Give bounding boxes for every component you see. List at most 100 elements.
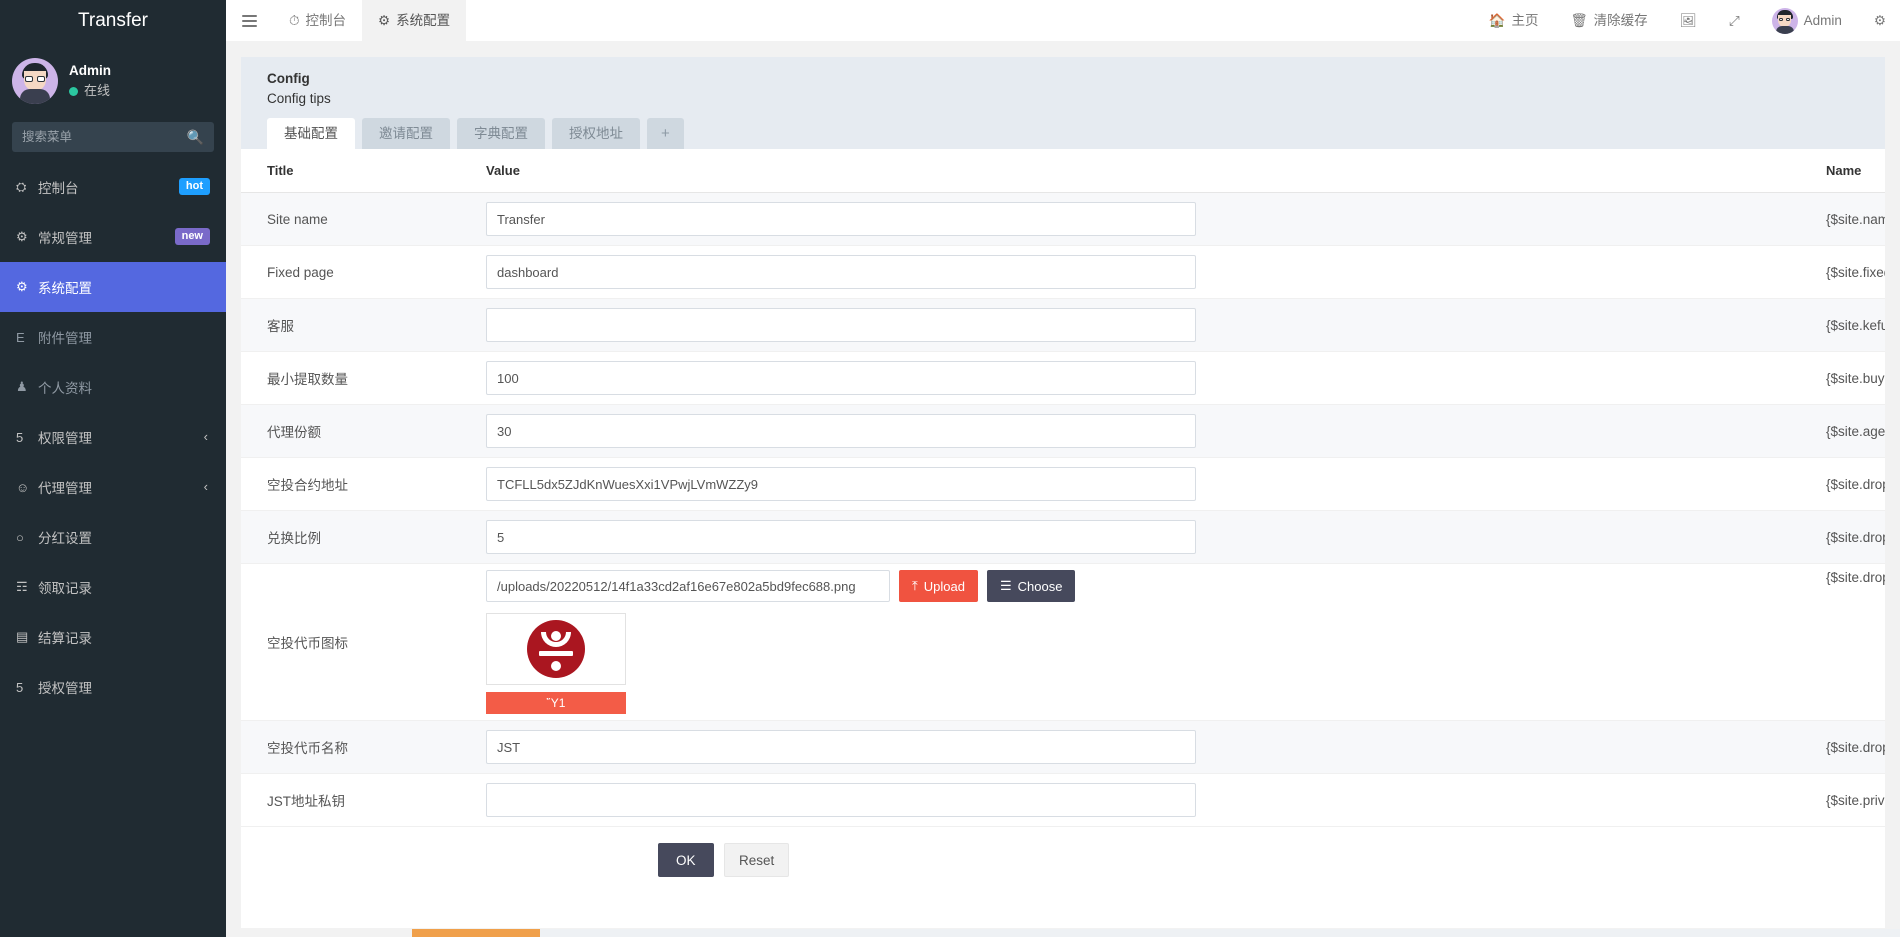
config-tab-0[interactable]: 基础配置: [267, 118, 355, 150]
file-path-input[interactable]: [486, 570, 890, 602]
row-title: 客服: [241, 299, 486, 352]
user-icon: ♟: [16, 379, 36, 395]
gear-icon: ⚙: [16, 279, 36, 295]
ok-button[interactable]: OK: [658, 843, 714, 877]
config-input-4[interactable]: [486, 414, 1196, 448]
delete-image-button[interactable]: Ὕ1: [486, 692, 626, 714]
menu-search-box[interactable]: 🔍: [12, 122, 214, 152]
circle-user-icon: ☺: [16, 480, 36, 495]
sidebar-item-label: 权限管理: [38, 427, 92, 447]
row-name: {$site.drop_address}: [1826, 458, 1885, 511]
config-tab-3[interactable]: 授权地址: [552, 118, 640, 150]
settings-button[interactable]: ⚙: [1858, 0, 1900, 42]
config-tab-1[interactable]: 邀请配置: [362, 118, 450, 150]
sidebar-user-status: 在线: [69, 82, 111, 100]
row-title: 兑换比例: [241, 511, 486, 564]
table-row: 兑换比例 {$site.drop_rate}: [241, 511, 1885, 564]
choose-button[interactable]: ☰Choose: [987, 570, 1075, 602]
config-input-5[interactable]: [486, 467, 1196, 501]
table-row: Site name{$site.name}: [241, 193, 1885, 246]
reset-button[interactable]: Reset: [724, 843, 789, 877]
table-row: Fixed page{$site.fixedpage}: [241, 246, 1885, 299]
sidebar-item-9[interactable]: ▤结算记录: [0, 612, 226, 662]
row-name: {$site.drop_rate}: [1826, 511, 1885, 564]
chevron-left-icon[interactable]: ‹: [204, 429, 208, 444]
horizontal-scrollbar[interactable]: [412, 929, 1900, 937]
config-input-1[interactable]: [486, 255, 1196, 289]
config-input-6[interactable]: [486, 520, 1196, 554]
sidebar-item-label: 结算记录: [38, 627, 92, 647]
sidebar-user-status-label: 在线: [84, 82, 110, 100]
users-icon: ὆5: [16, 430, 36, 445]
table-row: 最小提取数量 {$site.buyminnum}: [241, 352, 1885, 405]
sidebar-nav: ⛭控制台hot⚙常规管理new⚙系统配置὜E附件管理♟个人资料὆5权限管理‹☺代…: [0, 162, 226, 712]
user-menu-button[interactable]: Admin: [1756, 0, 1858, 42]
row-value-cell: [486, 246, 1826, 299]
config-input-2[interactable]: [486, 308, 1196, 342]
row-name: {$site.kefu}: [1826, 299, 1885, 352]
config-input-3[interactable]: [486, 361, 1196, 395]
gear-icon: ⚙: [1874, 0, 1886, 42]
top-header: ⏱ 控制台 ⚙ 系统配置 🏠 主页 🗑 清除缓存 🖼 ⤢ Admin: [226, 0, 1900, 42]
home-button[interactable]: 🏠 主页: [1473, 0, 1555, 42]
config-input-9[interactable]: [486, 783, 1196, 817]
config-input-8[interactable]: [486, 730, 1196, 764]
page-title: Config: [267, 69, 1859, 88]
clear-cache-button[interactable]: 🗑 清除缓存: [1555, 0, 1664, 42]
search-icon[interactable]: 🔍: [187, 129, 204, 146]
sidebar-item-badge: new: [175, 228, 210, 245]
row-title: 最小提取数量: [241, 352, 486, 405]
row-title: 空投代币名称: [241, 721, 486, 774]
sidebar-item-label: 领取记录: [38, 577, 92, 597]
search-input[interactable]: [22, 130, 187, 144]
header-left: ⏱ 控制台 ⚙ 系统配置: [226, 0, 466, 42]
sidebar-item-label: 分红设置: [38, 527, 92, 547]
sidebar-item-7[interactable]: ○分红设置: [0, 512, 226, 562]
sidebar-user-name: Admin: [69, 62, 111, 80]
sidebar-item-label: 附件管理: [38, 327, 92, 347]
column-header-value: Value: [486, 149, 1826, 193]
config-input-0[interactable]: [486, 202, 1196, 236]
row-title: JST地址私钥: [241, 774, 486, 827]
sidebar-item-badge: hot: [179, 178, 210, 195]
chevron-left-icon[interactable]: ‹: [204, 479, 208, 494]
header-tab-dashboard[interactable]: ⏱ 控制台: [273, 0, 362, 42]
table-row: 客服 {$site.kefu}: [241, 299, 1885, 352]
file-image-icon: ὜E: [16, 330, 36, 345]
row-name: {$site.buyminnum}: [1826, 352, 1885, 405]
jst-token-logo-icon: [527, 620, 585, 678]
row-name: {$site.agent_rate}: [1826, 405, 1885, 458]
row-title: 空投代币图标: [241, 564, 486, 721]
sidebar-item-4[interactable]: ♟个人资料: [0, 362, 226, 412]
header-tab-sysconfig[interactable]: ⚙ 系统配置: [362, 0, 466, 42]
sidebar-item-2[interactable]: ⚙系统配置: [0, 262, 226, 312]
menu-toggle-button[interactable]: [226, 0, 273, 42]
scrollbar-thumb[interactable]: [412, 929, 540, 937]
sidebar-item-3[interactable]: ὜E附件管理: [0, 312, 226, 362]
sidebar-item-label: 授权管理: [38, 677, 92, 697]
upload-button[interactable]: ⤒Upload: [899, 570, 978, 602]
sidebar-item-0[interactable]: ⛭控制台hot: [0, 162, 226, 212]
row-value-cell: [486, 299, 1826, 352]
bank-icon: ☶: [16, 579, 36, 595]
sidebar-item-6[interactable]: ☺代理管理‹: [0, 462, 226, 512]
config-tabs: 基础配置邀请配置字典配置授权地址+: [267, 118, 1859, 150]
row-value-cell: [486, 774, 1826, 827]
fullscreen-button[interactable]: ⤢: [1713, 0, 1756, 42]
header-right: 🏠 主页 🗑 清除缓存 🖼 ⤢ Admin ⚙: [1473, 0, 1900, 42]
config-tab-2[interactable]: 字典配置: [457, 118, 545, 150]
sidebar-item-8[interactable]: ☶领取记录: [0, 562, 226, 612]
sidebar-item-5[interactable]: ὆5权限管理 ‹: [0, 412, 226, 462]
column-header-name: Name: [1826, 149, 1885, 193]
theme-button[interactable]: 🖼: [1664, 0, 1713, 42]
page-tips: Config tips: [267, 88, 1859, 109]
row-value-cell: [486, 721, 1826, 774]
sidebar-item-1[interactable]: ⚙常规管理new: [0, 212, 226, 262]
add-tab-button[interactable]: +: [647, 118, 684, 150]
sidebar-item-10[interactable]: ὆5授权管理: [0, 662, 226, 712]
image-preview[interactable]: [486, 613, 626, 685]
sidebar-item-label: 个人资料: [38, 377, 92, 397]
clear-cache-label: 清除缓存: [1594, 0, 1648, 42]
config-table-wrap[interactable]: Title Value Name Site name{$site.name}Fi…: [241, 149, 1885, 928]
choose-label: Choose: [1018, 579, 1063, 594]
